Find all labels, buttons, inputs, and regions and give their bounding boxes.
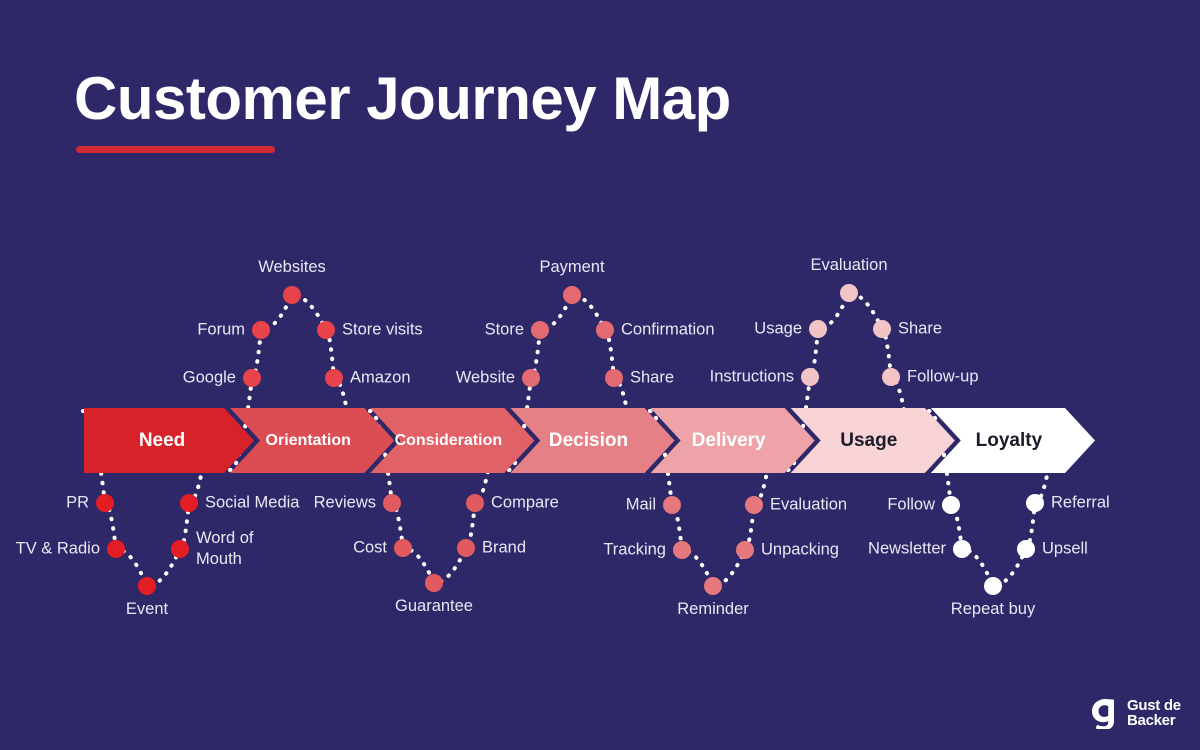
touchpoint-dot[interactable]	[942, 496, 960, 514]
logo-line-2: Backer	[1127, 712, 1176, 729]
touchpoint-dot[interactable]	[736, 541, 754, 559]
journey-map-canvas: Customer Journey Map Need Orientation Cons…	[0, 0, 1200, 750]
touchpoint-dot[interactable]	[317, 321, 335, 339]
stage-chevron-loyalty[interactable]	[930, 408, 1095, 473]
touchpoint-label: Follow-up	[907, 367, 979, 386]
touchpoint-label: Evaluation	[810, 256, 888, 274]
logo-line-1: Gust de	[1127, 696, 1181, 714]
touchpoint-dot[interactable]	[171, 540, 189, 558]
touchpoint-dot[interactable]	[745, 496, 763, 514]
journey-diagram	[81, 284, 1095, 595]
touchpoint-dot[interactable]	[953, 540, 971, 558]
stage-chevron-delivery[interactable]	[650, 408, 815, 473]
touchpoint-dot[interactable]	[605, 369, 623, 387]
touchpoint-label: Websites	[258, 258, 326, 276]
touchpoint-dot[interactable]	[180, 494, 198, 512]
touchpoint-dot[interactable]	[138, 577, 156, 595]
touchpoint-dot[interactable]	[663, 496, 681, 514]
touchpoint-label: Share	[898, 319, 943, 338]
touchpoint-label: Amazon	[350, 368, 411, 387]
touchpoint-dot[interactable]	[809, 320, 827, 338]
touchpoint-label: Instructions	[709, 367, 794, 386]
touchpoint-label: Referral	[1051, 493, 1110, 512]
stage-chevron-usage[interactable]	[790, 408, 955, 473]
touchpoint-label: Evaluation	[770, 495, 848, 514]
touchpoint-label: Social Media	[205, 493, 300, 512]
touchpoint-dot[interactable]	[425, 574, 443, 592]
touchpoint-label: Reminder	[677, 600, 749, 618]
touchpoint-dot[interactable]	[1017, 540, 1035, 558]
touchpoint-dot[interactable]	[596, 321, 614, 339]
touchpoint-dot[interactable]	[383, 494, 401, 512]
touchpoint-dot[interactable]	[457, 539, 475, 557]
touchpoint-dot[interactable]	[283, 286, 301, 304]
touchpoint-label: Store	[484, 320, 524, 339]
g-logo-icon	[1090, 697, 1120, 729]
touchpoint-dot[interactable]	[96, 494, 114, 512]
touchpoint-label: Reviews	[313, 493, 376, 512]
touchpoint-label: Website	[455, 368, 515, 387]
touchpoint-label: Compare	[491, 493, 559, 512]
brand-logo: Gust de Backer	[1090, 697, 1181, 729]
touchpoint-dot[interactable]	[394, 539, 412, 557]
stage-chevron-need[interactable]	[84, 408, 255, 473]
stage-chevron-orientation[interactable]	[230, 408, 395, 473]
touchpoint-label: Follow	[887, 495, 935, 514]
touchpoint-dot[interactable]	[840, 284, 858, 302]
touchpoint-label: Repeat buy	[950, 600, 1036, 618]
touchpoint-label: Payment	[539, 258, 605, 276]
touchpoint-dot[interactable]	[243, 369, 261, 387]
touchpoint-dot[interactable]	[531, 321, 549, 339]
touchpoint-label: Upsell	[1042, 539, 1088, 558]
touchpoint-label: Mail	[625, 495, 656, 514]
touchpoint-dot[interactable]	[984, 577, 1002, 595]
touchpoint-label: Unpacking	[761, 540, 839, 559]
touchpoint-dot[interactable]	[1026, 494, 1044, 512]
touchpoint-label: Usage	[754, 319, 802, 338]
touchpoint-label: Newsletter	[868, 539, 946, 558]
touchpoint-dot[interactable]	[107, 540, 125, 558]
touchpoint-label: TV & Radio	[15, 539, 100, 558]
touchpoint-label: Event	[125, 600, 169, 618]
touchpoint-label: Share	[630, 368, 675, 387]
touchpoint-dot[interactable]	[873, 320, 891, 338]
logo-wordmark: Gust de Backer	[1127, 696, 1181, 729]
touchpoint-dot[interactable]	[882, 368, 900, 386]
touchpoint-label: Store visits	[342, 320, 423, 339]
touchpoint-label: Tracking	[603, 540, 666, 559]
touchpoint-dot[interactable]	[252, 321, 270, 339]
touchpoint-dot[interactable]	[522, 369, 540, 387]
touchpoint-label: Confirmation	[621, 320, 715, 339]
touchpoint-dot[interactable]	[673, 541, 691, 559]
touchpoint-label: PR	[66, 493, 89, 512]
touchpoint-dot[interactable]	[704, 577, 722, 595]
touchpoint-dot[interactable]	[563, 286, 581, 304]
touchpoint-label: Cost	[353, 538, 387, 557]
touchpoint-dot[interactable]	[466, 494, 484, 512]
touchpoint-dot[interactable]	[801, 368, 819, 386]
touchpoint-label: Guarantee	[395, 597, 473, 615]
touchpoint-label: Google	[182, 368, 236, 387]
stage-chevron-consideration[interactable]	[370, 408, 535, 473]
touchpoint-label: Brand	[482, 538, 527, 557]
stage-chevron-decision[interactable]	[510, 408, 675, 473]
touchpoint-dot[interactable]	[325, 369, 343, 387]
touchpoint-label: Word of Mouth	[196, 528, 254, 568]
touchpoint-label: Forum	[197, 320, 245, 339]
